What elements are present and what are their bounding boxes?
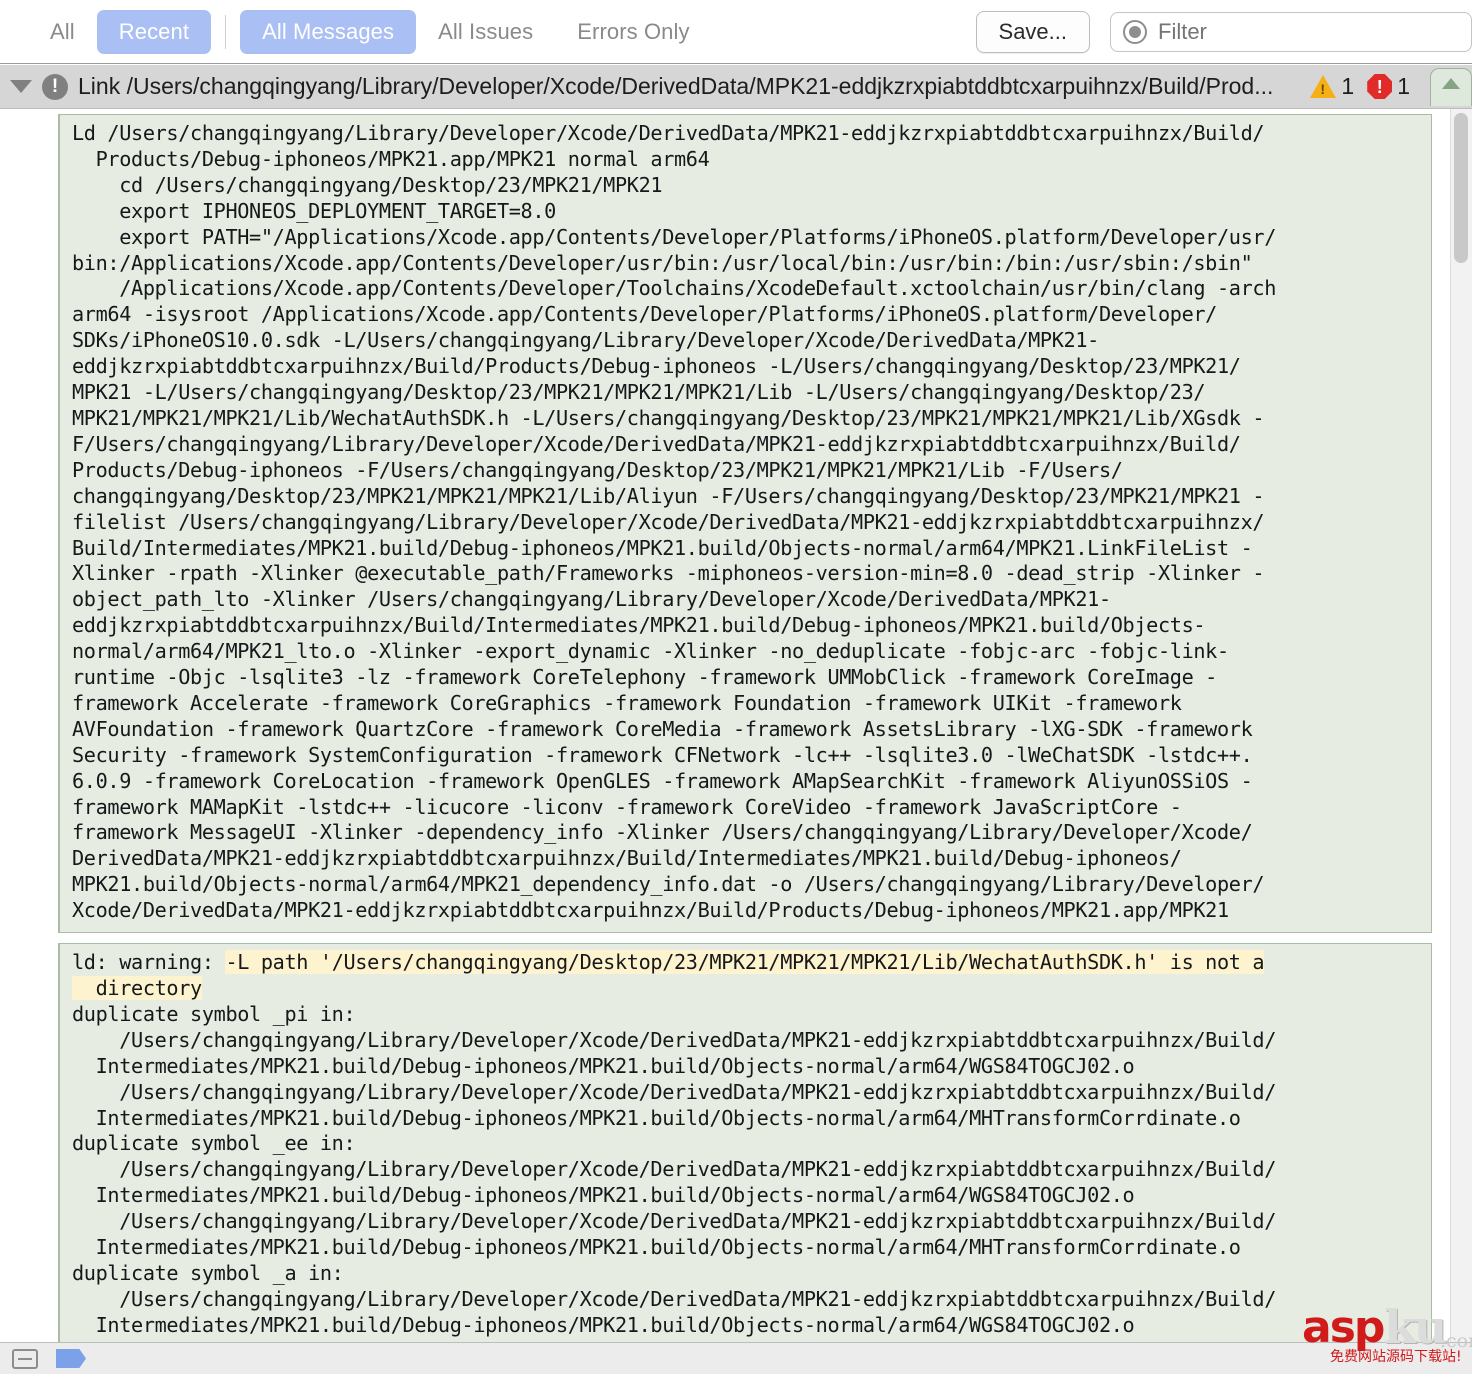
collapse-log-button[interactable] bbox=[1430, 67, 1472, 106]
log-scrollbar-track[interactable] bbox=[1450, 109, 1472, 1342]
filter-icon bbox=[1123, 19, 1147, 44]
filter-toolbar: All Recent All Messages All Issues Error… bbox=[0, 0, 1472, 64]
warning-count: 1 bbox=[1341, 73, 1355, 99]
chevron-up-icon bbox=[1442, 77, 1460, 89]
ld-warning-highlight: -L path '/Users/changqingyang/Desktop/23… bbox=[72, 950, 1265, 1000]
segment-all[interactable]: All bbox=[28, 10, 97, 54]
bottom-status-bar bbox=[0, 1342, 1472, 1374]
error-count: 1 bbox=[1397, 73, 1410, 99]
tag-icon[interactable] bbox=[56, 1349, 86, 1368]
filter-field[interactable] bbox=[1110, 11, 1472, 52]
filter-input[interactable] bbox=[1158, 18, 1428, 45]
linker-output-text: ld: warning: -L path '/Users/changqingya… bbox=[60, 950, 1431, 1342]
chevron-down-icon[interactable] bbox=[10, 80, 32, 93]
warning-triangle-icon bbox=[1310, 75, 1337, 98]
segment-errors-only[interactable]: Errors Only bbox=[555, 10, 711, 54]
issue-title: Link /Users/changqingyang/Library/Develo… bbox=[78, 73, 1274, 99]
segment-all-issues[interactable]: All Issues bbox=[416, 10, 555, 54]
document-icon[interactable] bbox=[12, 1348, 38, 1369]
log-block-output[interactable]: ld: warning: -L path '/Users/changqingya… bbox=[58, 943, 1432, 1342]
exclamation-circle-icon: ! bbox=[42, 73, 68, 100]
save-button[interactable]: Save... bbox=[975, 10, 1090, 53]
segment-divider bbox=[225, 14, 227, 49]
ld-warning-prefix: ld: warning: bbox=[72, 950, 226, 975]
link-command-text: Ld /Users/changqingyang/Library/Develope… bbox=[72, 121, 1277, 923]
issue-header-row[interactable]: ! Link /Users/changqingyang/Library/Deve… bbox=[0, 65, 1472, 109]
error-octagon-icon: ! bbox=[1367, 74, 1393, 99]
toolbar-right-group: Save... bbox=[975, 10, 1472, 53]
segment-recent[interactable]: Recent bbox=[96, 9, 212, 54]
duplicate-symbols-text: duplicate symbol _pi in: /Users/changqin… bbox=[72, 1001, 1277, 1342]
log-scrollbar-thumb[interactable] bbox=[1454, 113, 1468, 263]
build-log-area[interactable]: Ld /Users/changqingyang/Library/Develope… bbox=[0, 109, 1472, 1342]
message-filter-segments: All Recent All Messages All Issues Error… bbox=[0, 9, 712, 54]
issue-counts: 1 ! 1 bbox=[1310, 73, 1418, 100]
log-block-command[interactable]: Ld /Users/changqingyang/Library/Develope… bbox=[58, 114, 1432, 934]
segment-all-messages[interactable]: All Messages bbox=[240, 9, 417, 54]
